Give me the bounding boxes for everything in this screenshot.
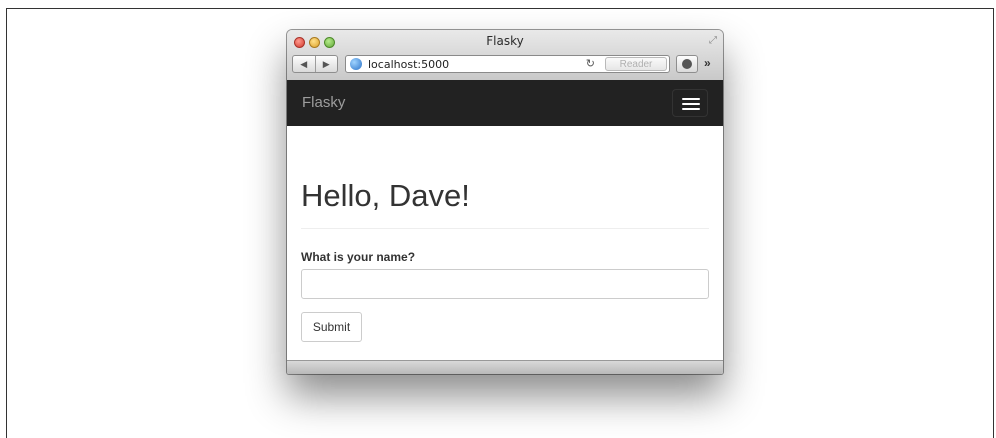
address-url[interactable]: localhost:5000 xyxy=(368,58,449,71)
hamburger-menu-icon xyxy=(682,103,700,105)
browser-window: Flasky ⤢ ◀ ▶ localhost:5000 ↻ Reader » F… xyxy=(287,30,723,374)
header-divider xyxy=(301,228,709,229)
fullscreen-icon[interactable]: ⤢ xyxy=(709,35,717,46)
navbar-brand[interactable]: Flasky xyxy=(302,94,345,111)
hamburger-menu-icon xyxy=(682,98,700,100)
page-content: Hello, Dave! What is your name? Submit xyxy=(287,126,723,360)
browser-chrome: Flasky ⤢ ◀ ▶ localhost:5000 ↻ Reader » xyxy=(287,30,723,81)
address-bar[interactable]: localhost:5000 ↻ Reader xyxy=(345,55,670,73)
window-title: Flasky xyxy=(486,34,524,48)
toolbar-overflow-icon[interactable]: » xyxy=(704,56,711,70)
submit-button[interactable]: Submit xyxy=(301,312,362,342)
hamburger-menu-icon xyxy=(682,108,700,110)
page-heading: Hello, Dave! xyxy=(301,178,470,213)
reader-button[interactable]: Reader xyxy=(605,57,667,71)
name-field-label: What is your name? xyxy=(301,250,416,264)
reload-icon[interactable]: ↻ xyxy=(586,57,595,70)
forward-arrow-icon[interactable]: ▶ xyxy=(316,56,338,72)
download-icon xyxy=(682,59,692,69)
browser-status-bar xyxy=(287,360,723,374)
history-buttons: ◀ ▶ xyxy=(292,55,338,73)
download-button[interactable] xyxy=(676,55,698,73)
globe-icon xyxy=(350,58,362,70)
site-navbar: Flasky xyxy=(287,80,723,126)
navbar-toggle-button[interactable] xyxy=(672,89,708,117)
name-input[interactable] xyxy=(301,269,709,299)
back-arrow-icon[interactable]: ◀ xyxy=(293,56,316,72)
